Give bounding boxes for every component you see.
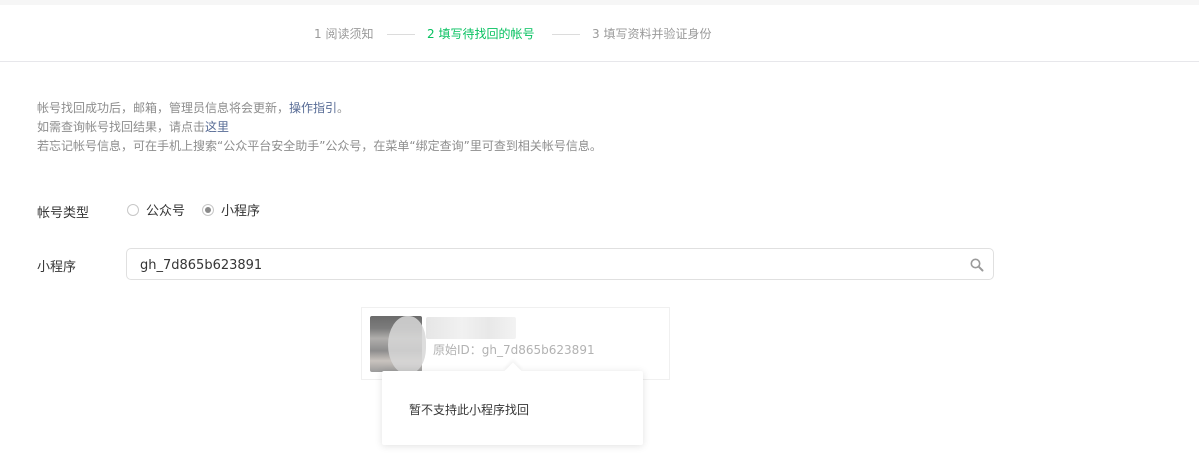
radio-mini-program[interactable]: 小程序 — [202, 200, 260, 219]
radio-label: 小程序 — [221, 204, 261, 219]
tooltip-text: 暂不支持此小程序找回 — [409, 403, 530, 417]
step-2-active: 2 填写待找回的帐号 — [427, 27, 535, 41]
tip-line-1: 帐号找回成功后，邮箱，管理员信息将会更新，操作指引。 — [37, 99, 602, 118]
original-id: 原始ID：gh_7d865b623891 — [433, 343, 595, 357]
mini-program-label: 小程序 — [37, 260, 77, 275]
step-divider — [552, 34, 580, 35]
check-result-link[interactable]: 这里 — [205, 120, 229, 134]
avatar — [370, 316, 426, 374]
radio-checked-icon[interactable] — [202, 203, 215, 216]
operation-guide-link[interactable]: 操作指引 — [289, 101, 337, 115]
tip-text: 帐号找回成功后，邮箱，管理员信息将会更新， — [37, 101, 290, 115]
account-type-radio-group: 公众号 小程序 — [127, 200, 277, 219]
tip-line-2: 如需查询帐号找回结果，请点击这里 — [37, 118, 602, 137]
tip-text: 。 — [337, 101, 350, 115]
step-divider — [387, 34, 415, 35]
radio-label: 公众号 — [146, 204, 186, 219]
account-type-label: 帐号类型 — [37, 206, 90, 221]
step-indicator: 1 阅读须知 2 填写待找回的帐号 3 填写资料并验证身份 — [0, 5, 1199, 62]
step-3: 3 填写资料并验证身份 — [592, 27, 712, 41]
radio-unchecked-icon[interactable] — [127, 203, 139, 216]
unsupported-tooltip: 暂不支持此小程序找回 — [382, 371, 643, 445]
search-input[interactable] — [140, 255, 960, 275]
tips-block: 帐号找回成功后，邮箱，管理员信息将会更新，操作指引。 如需查询帐号找回结果，请点… — [37, 99, 602, 156]
radio-official-account[interactable]: 公众号 — [127, 200, 185, 219]
step-1: 1 阅读须知 — [314, 27, 374, 41]
search-box — [126, 248, 994, 280]
tip-text: 如需查询帐号找回结果，请点击 — [37, 120, 206, 134]
search-icon[interactable] — [969, 257, 985, 273]
tip-line-3: 若忘记帐号信息，可在手机上搜索“公众平台安全助手”公众号，在菜单“绑定查询”里可… — [37, 139, 602, 153]
blurred-name — [426, 317, 516, 339]
